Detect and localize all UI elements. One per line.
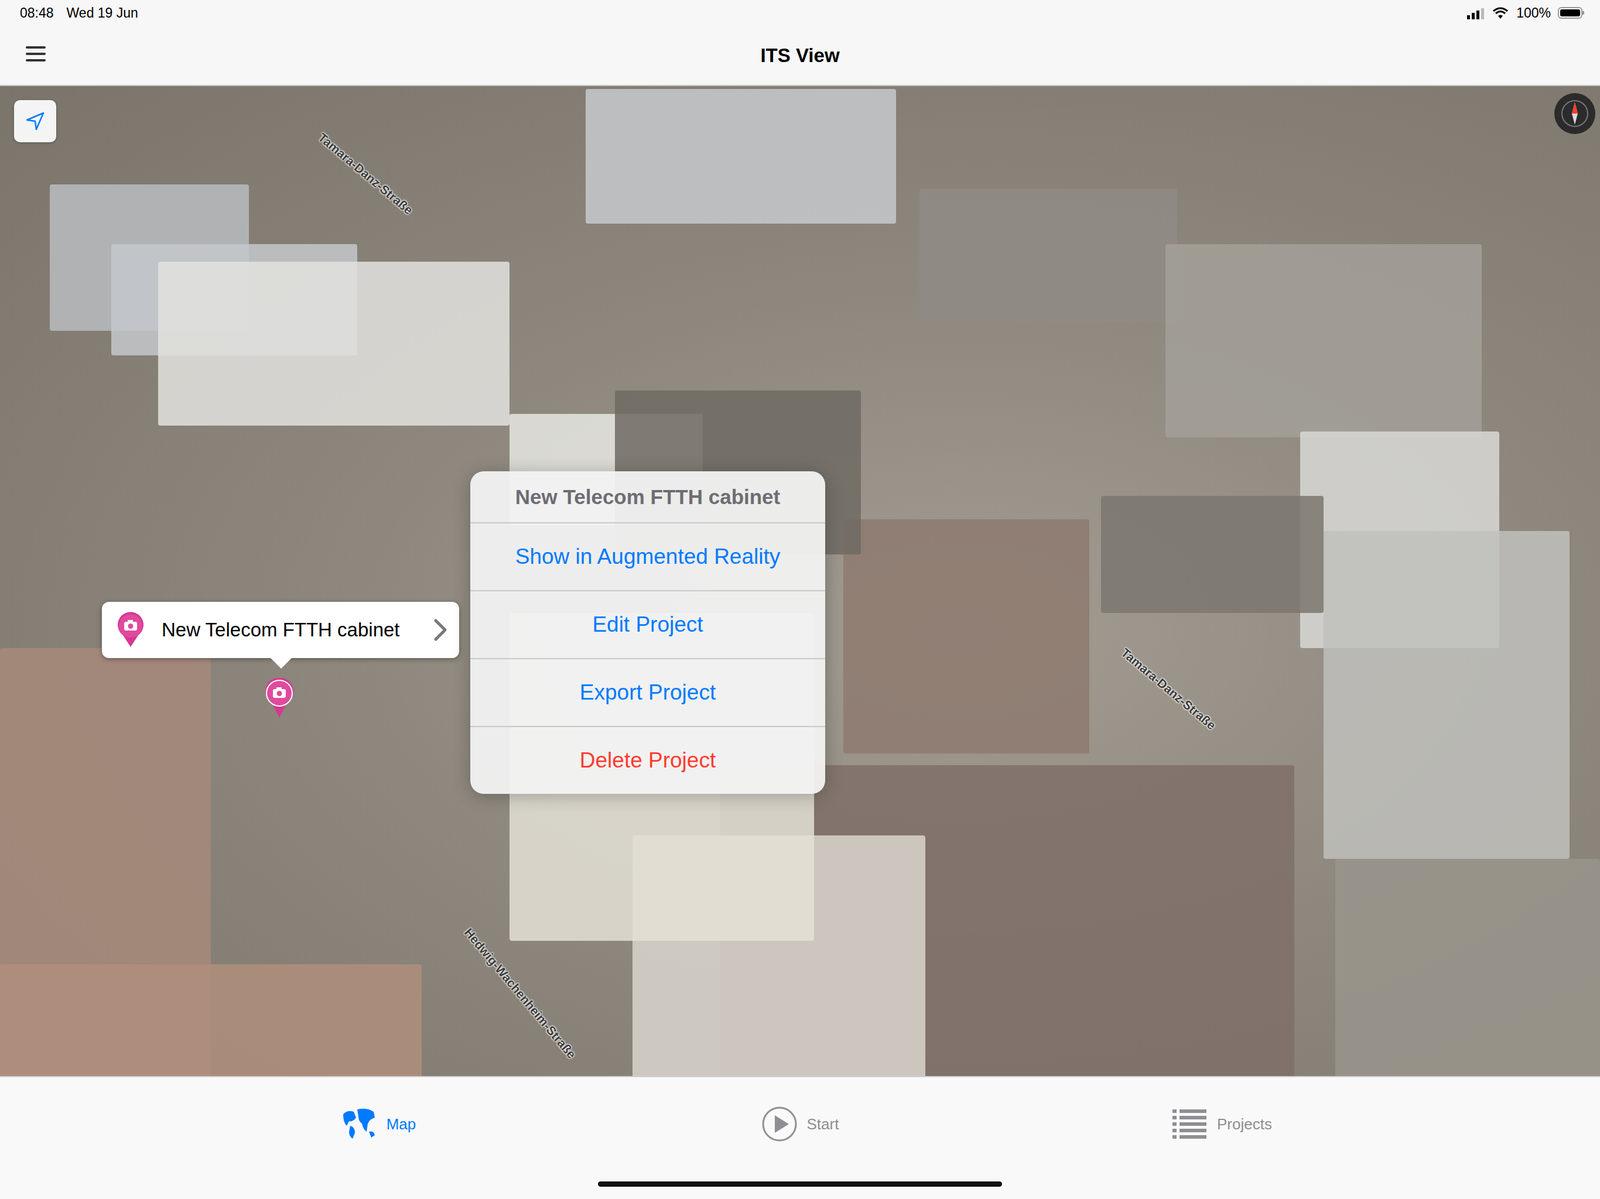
tab-label[interactable]: Start (807, 1115, 840, 1134)
building (1101, 496, 1324, 614)
tab-item[interactable]: Start (589, 1106, 1011, 1143)
callout-pointer (270, 658, 292, 669)
status-date: Wed 19 Jun (66, 5, 139, 22)
location-arrow-icon (25, 111, 45, 131)
chevron-right-icon (433, 618, 448, 642)
tab-item[interactable]: Projects (1010, 1106, 1433, 1143)
action-label[interactable]: Delete Project (579, 748, 716, 774)
action-button[interactable]: Edit Project (470, 590, 826, 659)
compass[interactable] (1554, 93, 1596, 135)
action-label[interactable]: Show in Augmented Reality (515, 544, 781, 570)
signal-icon (1467, 7, 1485, 19)
status-bar: 08:48 Wed 19 Jun 100% (0, 0, 1600, 26)
camera-icon (115, 612, 146, 649)
list-icon (1171, 1106, 1208, 1143)
tab-label[interactable]: Projects (1216, 1115, 1273, 1134)
action-sheet-header: New Telecom FTTH cabinet (470, 471, 826, 523)
navigation-bar: ITS View (0, 25, 1600, 85)
building (919, 188, 1178, 324)
status-time: 08:48 (19, 5, 54, 22)
building (1323, 531, 1570, 860)
street-label: Tamara-Danz-Straße (1118, 645, 1219, 734)
action-sheet: New Telecom FTTH cabinet Show in Augmente… (470, 471, 826, 795)
building (585, 89, 897, 224)
action-button[interactable]: Export Project (470, 658, 826, 727)
tab-bar: Map Start Projects (0, 1076, 1600, 1199)
map-view[interactable]: Tamara-Danz-Straße Tamara-Danz-Straße Hedw… (0, 86, 1600, 1077)
pin-callout[interactable]: New Telecom FTTH cabinet (101, 602, 460, 659)
header: 08:48 Wed 19 Jun 100% ITS View (0, 0, 1600, 87)
map-pin[interactable] (264, 678, 295, 720)
tab-item[interactable]: Map (167, 1106, 590, 1143)
tab-label[interactable]: Map (386, 1115, 417, 1134)
compass-icon (1560, 98, 1590, 129)
street-label: Tamara-Danz-Straße (315, 130, 416, 218)
battery-percent: 100% (1516, 5, 1551, 22)
world-map-icon (340, 1106, 378, 1143)
action-button[interactable]: Delete Project (470, 726, 826, 795)
nav-title: ITS View (760, 44, 840, 67)
callout-title: New Telecom FTTH cabinet (161, 619, 417, 642)
camera-pin-icon (264, 678, 295, 720)
action-label[interactable]: Edit Project (592, 612, 703, 638)
action-sheet-title: New Telecom FTTH cabinet (515, 485, 781, 509)
menu-icon[interactable] (25, 45, 46, 63)
building (1335, 859, 1600, 1077)
building (0, 964, 422, 1077)
wifi-icon (1491, 6, 1510, 20)
building (158, 261, 510, 426)
street-label: Hedwig-Wachenheim-Straße (461, 925, 579, 1062)
building (1165, 244, 1482, 438)
action-button[interactable]: Show in Augmented Reality (470, 522, 826, 591)
play-circle-icon (761, 1106, 798, 1143)
action-label[interactable]: Export Project (579, 680, 716, 706)
home-indicator (597, 1181, 1003, 1188)
locate-button[interactable] (14, 100, 57, 143)
battery-icon (1557, 6, 1585, 20)
building (843, 519, 1090, 754)
